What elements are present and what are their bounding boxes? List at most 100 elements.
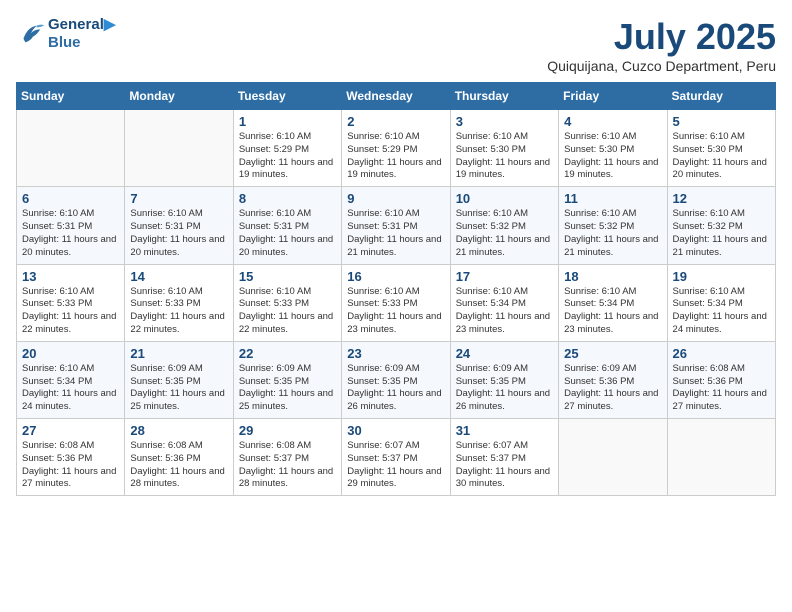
day-number: 24: [456, 346, 553, 361]
calendar-cell: 29 Sunrise: 6:08 AMSunset: 5:37 PMDayligh…: [233, 419, 341, 496]
weekday-header: Monday: [125, 83, 233, 110]
calendar-cell: 16 Sunrise: 6:10 AMSunset: 5:33 PMDayligh…: [342, 264, 450, 341]
calendar-cell: 6 Sunrise: 6:10 AMSunset: 5:31 PMDaylight…: [17, 187, 125, 264]
calendar-cell: 17 Sunrise: 6:10 AMSunset: 5:34 PMDayligh…: [450, 264, 558, 341]
day-number: 27: [22, 423, 119, 438]
day-number: 11: [564, 191, 661, 206]
day-info: Sunrise: 6:07 AMSunset: 5:37 PMDaylight:…: [347, 440, 444, 491]
logo-text: General▶ Blue: [48, 16, 115, 52]
day-info: Sunrise: 6:10 AMSunset: 5:33 PMDaylight:…: [239, 286, 336, 337]
weekday-header: Friday: [559, 83, 667, 110]
calendar-cell: 19Sunrise: 6:10 AMSunset: 5:34 PMDayligh…: [667, 264, 775, 341]
day-number: 21: [130, 346, 227, 361]
day-number: 29: [239, 423, 336, 438]
calendar-cell: 23Sunrise: 6:09 AMSunset: 5:35 PMDayligh…: [342, 341, 450, 418]
day-number: 1: [239, 114, 336, 129]
day-number: 6: [22, 191, 119, 206]
day-info: Sunrise: 6:10 AMSunset: 5:32 PMDaylight:…: [564, 208, 661, 259]
calendar-cell: 11 Sunrise: 6:10 AMSunset: 5:32 PMDayligh…: [559, 187, 667, 264]
day-number: 25: [564, 346, 661, 361]
day-info: Sunrise: 6:09 AMSunset: 5:35 PMDaylight:…: [347, 363, 444, 414]
calendar-week-row: 27 Sunrise: 6:08 AMSunset: 5:36 PMDayligh…: [17, 419, 776, 496]
day-info: Sunrise: 6:10 AMSunset: 5:31 PMDaylight:…: [239, 208, 336, 259]
day-number: 30: [347, 423, 444, 438]
calendar-week-row: 20 Sunrise: 6:10 AMSunset: 5:34 PMDayligh…: [17, 341, 776, 418]
calendar-cell: 25 Sunrise: 6:09 AMSunset: 5:36 PMDayligh…: [559, 341, 667, 418]
day-info: Sunrise: 6:10 AMSunset: 5:30 PMDaylight:…: [456, 131, 553, 182]
day-number: 17: [456, 269, 553, 284]
location-subtitle: Quiquijana, Cuzco Department, Peru: [547, 58, 776, 74]
calendar-cell: 9 Sunrise: 6:10 AMSunset: 5:31 PMDaylight…: [342, 187, 450, 264]
calendar-cell: [559, 419, 667, 496]
calendar-cell: 31Sunrise: 6:07 AMSunset: 5:37 PMDayligh…: [450, 419, 558, 496]
calendar-cell: 2 Sunrise: 6:10 AMSunset: 5:29 PMDaylight…: [342, 110, 450, 187]
day-info: Sunrise: 6:10 AMSunset: 5:29 PMDaylight:…: [347, 131, 444, 182]
calendar-cell: 5Sunrise: 6:10 AMSunset: 5:30 PMDaylight…: [667, 110, 775, 187]
day-number: 13: [22, 269, 119, 284]
weekday-header-row: SundayMondayTuesdayWednesdayThursdayFrid…: [17, 83, 776, 110]
day-info: Sunrise: 6:10 AMSunset: 5:34 PMDaylight:…: [564, 286, 661, 337]
calendar-cell: 3 Sunrise: 6:10 AMSunset: 5:30 PMDaylight…: [450, 110, 558, 187]
day-number: 31: [456, 423, 553, 438]
day-number: 16: [347, 269, 444, 284]
day-info: Sunrise: 6:10 AMSunset: 5:32 PMDaylight:…: [673, 208, 770, 259]
logo: General▶ Blue: [16, 16, 115, 52]
day-info: Sunrise: 6:10 AMSunset: 5:29 PMDaylight:…: [239, 131, 336, 182]
day-info: Sunrise: 6:09 AMSunset: 5:35 PMDaylight:…: [456, 363, 553, 414]
day-number: 28: [130, 423, 227, 438]
weekday-header: Saturday: [667, 83, 775, 110]
weekday-header: Wednesday: [342, 83, 450, 110]
day-info: Sunrise: 6:10 AMSunset: 5:30 PMDaylight:…: [673, 131, 770, 182]
calendar-cell: 4 Sunrise: 6:10 AMSunset: 5:30 PMDaylight…: [559, 110, 667, 187]
calendar-cell: 14 Sunrise: 6:10 AMSunset: 5:33 PMDayligh…: [125, 264, 233, 341]
calendar-week-row: 6 Sunrise: 6:10 AMSunset: 5:31 PMDaylight…: [17, 187, 776, 264]
day-info: Sunrise: 6:10 AMSunset: 5:30 PMDaylight:…: [564, 131, 661, 182]
day-info: Sunrise: 6:10 AMSunset: 5:33 PMDaylight:…: [347, 286, 444, 337]
day-info: Sunrise: 6:10 AMSunset: 5:31 PMDaylight:…: [22, 208, 119, 259]
day-number: 19: [673, 269, 770, 284]
day-info: Sunrise: 6:08 AMSunset: 5:36 PMDaylight:…: [673, 363, 770, 414]
day-number: 20: [22, 346, 119, 361]
calendar-cell: 30 Sunrise: 6:07 AMSunset: 5:37 PMDayligh…: [342, 419, 450, 496]
calendar-week-row: 13 Sunrise: 6:10 AMSunset: 5:33 PMDayligh…: [17, 264, 776, 341]
calendar-cell: 18 Sunrise: 6:10 AMSunset: 5:34 PMDayligh…: [559, 264, 667, 341]
day-info: Sunrise: 6:09 AMSunset: 5:35 PMDaylight:…: [130, 363, 227, 414]
day-info: Sunrise: 6:10 AMSunset: 5:34 PMDaylight:…: [456, 286, 553, 337]
day-info: Sunrise: 6:09 AMSunset: 5:36 PMDaylight:…: [564, 363, 661, 414]
day-info: Sunrise: 6:08 AMSunset: 5:36 PMDaylight:…: [130, 440, 227, 491]
day-number: 2: [347, 114, 444, 129]
calendar-week-row: 1 Sunrise: 6:10 AMSunset: 5:29 PMDaylight…: [17, 110, 776, 187]
calendar-cell: 28 Sunrise: 6:08 AMSunset: 5:36 PMDayligh…: [125, 419, 233, 496]
page-header: General▶ Blue July 2025 Quiquijana, Cuzc…: [16, 16, 776, 74]
day-info: Sunrise: 6:08 AMSunset: 5:36 PMDaylight:…: [22, 440, 119, 491]
day-info: Sunrise: 6:10 AMSunset: 5:31 PMDaylight:…: [347, 208, 444, 259]
calendar-cell: 1 Sunrise: 6:10 AMSunset: 5:29 PMDaylight…: [233, 110, 341, 187]
calendar-cell: 27 Sunrise: 6:08 AMSunset: 5:36 PMDayligh…: [17, 419, 125, 496]
day-number: 15: [239, 269, 336, 284]
calendar-cell: 7Sunrise: 6:10 AMSunset: 5:31 PMDaylight…: [125, 187, 233, 264]
day-number: 7: [130, 191, 227, 206]
day-info: Sunrise: 6:09 AMSunset: 5:35 PMDaylight:…: [239, 363, 336, 414]
calendar-cell: 26Sunrise: 6:08 AMSunset: 5:36 PMDayligh…: [667, 341, 775, 418]
day-info: Sunrise: 6:10 AMSunset: 5:34 PMDaylight:…: [22, 363, 119, 414]
day-number: 4: [564, 114, 661, 129]
day-number: 3: [456, 114, 553, 129]
calendar-cell: 21 Sunrise: 6:09 AMSunset: 5:35 PMDayligh…: [125, 341, 233, 418]
day-number: 10: [456, 191, 553, 206]
day-number: 18: [564, 269, 661, 284]
day-number: 22: [239, 346, 336, 361]
calendar-cell: [125, 110, 233, 187]
calendar-cell: 13Sunrise: 6:10 AMSunset: 5:33 PMDayligh…: [17, 264, 125, 341]
calendar-cell: [667, 419, 775, 496]
month-title: July 2025: [547, 16, 776, 58]
day-info: Sunrise: 6:10 AMSunset: 5:33 PMDaylight:…: [130, 286, 227, 337]
calendar-cell: 24 Sunrise: 6:09 AMSunset: 5:35 PMDayligh…: [450, 341, 558, 418]
day-info: Sunrise: 6:08 AMSunset: 5:37 PMDaylight:…: [239, 440, 336, 491]
calendar-cell: 10Sunrise: 6:10 AMSunset: 5:32 PMDayligh…: [450, 187, 558, 264]
weekday-header: Tuesday: [233, 83, 341, 110]
calendar-cell: 15 Sunrise: 6:10 AMSunset: 5:33 PMDayligh…: [233, 264, 341, 341]
day-number: 14: [130, 269, 227, 284]
title-area: July 2025 Quiquijana, Cuzco Department, …: [547, 16, 776, 74]
day-number: 9: [347, 191, 444, 206]
calendar-cell: 8Sunrise: 6:10 AMSunset: 5:31 PMDaylight…: [233, 187, 341, 264]
